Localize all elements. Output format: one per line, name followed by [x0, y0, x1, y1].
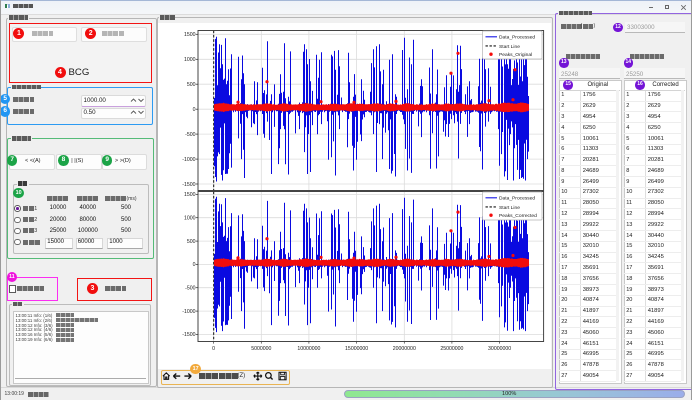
- svg-text:1500: 1500: [184, 192, 196, 198]
- svg-text:Peaks_Original: Peaks_Original: [499, 52, 532, 58]
- svg-text:5000000: 5000000: [251, 346, 271, 352]
- svg-text:-500: -500: [185, 286, 195, 292]
- svg-text:500: 500: [187, 239, 196, 245]
- svg-text:25000000: 25000000: [440, 346, 463, 352]
- svg-text:500: 500: [187, 82, 196, 88]
- svg-text:Peaks_Corrected: Peaks_Corrected: [499, 213, 537, 219]
- svg-text:0: 0: [193, 262, 196, 268]
- svg-text:1000: 1000: [184, 57, 196, 63]
- svg-text:Data_Processed: Data_Processed: [499, 35, 535, 41]
- svg-text:-1500: -1500: [182, 182, 195, 188]
- svg-text:0: 0: [193, 107, 196, 113]
- svg-text:15000000: 15000000: [345, 346, 368, 352]
- svg-text:0: 0: [212, 346, 215, 352]
- svg-text:-1000: -1000: [182, 157, 195, 163]
- svg-text:Start Line: Start Line: [499, 44, 520, 50]
- svg-text:1000: 1000: [184, 216, 196, 222]
- svg-text:-500: -500: [185, 132, 195, 138]
- svg-text:-1500: -1500: [182, 332, 195, 338]
- svg-text:-1000: -1000: [182, 309, 195, 315]
- svg-text:20000000: 20000000: [393, 346, 416, 352]
- svg-text:Data_Processed: Data_Processed: [499, 196, 535, 202]
- svg-text:30000000: 30000000: [488, 346, 511, 352]
- svg-text:10000000: 10000000: [297, 346, 320, 352]
- svg-text:1500: 1500: [184, 32, 196, 38]
- svg-text:Start Line: Start Line: [499, 205, 520, 211]
